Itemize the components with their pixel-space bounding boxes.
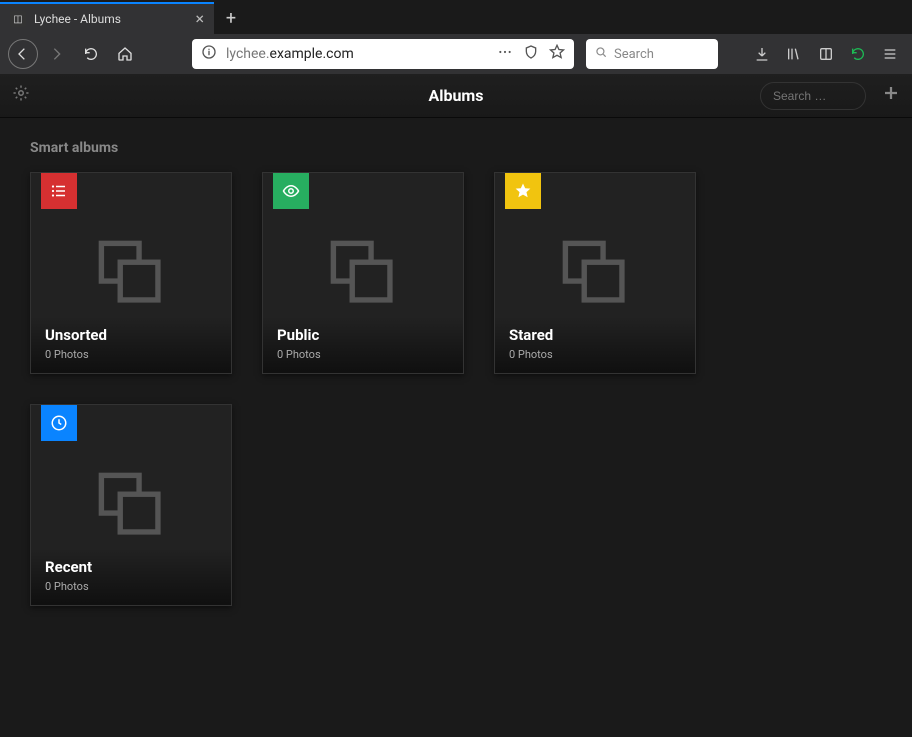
content-area: Smart albums Unsorted 0 Photos Public 0 … — [0, 118, 912, 737]
app-search-input[interactable] — [760, 82, 866, 110]
menu-icon[interactable] — [876, 46, 904, 62]
album-caption: Recent 0 Photos — [31, 548, 231, 605]
album-badge — [41, 405, 77, 441]
address-bar[interactable]: lychee.example.com — [192, 39, 574, 69]
star-icon — [514, 182, 532, 200]
album-badge — [273, 173, 309, 209]
url-text: lychee.example.com — [226, 46, 488, 62]
album-card[interactable]: Unsorted 0 Photos — [30, 172, 232, 374]
section-title: Smart albums — [30, 140, 882, 156]
album-card[interactable]: Recent 0 Photos — [30, 404, 232, 606]
search-icon — [594, 45, 608, 63]
reload-button[interactable] — [76, 39, 106, 69]
album-badge — [41, 173, 77, 209]
favicon-icon: ◫ — [10, 11, 26, 27]
album-badge — [505, 173, 541, 209]
add-album-button[interactable] — [882, 83, 900, 108]
shield-icon[interactable] — [522, 44, 540, 64]
library-icon[interactable] — [780, 46, 808, 62]
close-tab-button[interactable]: × — [195, 11, 204, 27]
browser-search-bar[interactable]: Search — [586, 39, 718, 69]
settings-button[interactable] — [12, 84, 36, 107]
list-icon — [50, 182, 68, 200]
album-card[interactable]: Stared 0 Photos — [494, 172, 696, 374]
album-grid: Unsorted 0 Photos Public 0 Photos Stared… — [30, 172, 882, 606]
album-caption: Unsorted 0 Photos — [31, 316, 231, 373]
tab-title: Lychee - Albums — [34, 12, 189, 26]
album-caption: Public 0 Photos — [263, 316, 463, 373]
search-placeholder: Search — [614, 47, 654, 62]
site-info-icon[interactable] — [200, 44, 218, 64]
album-meta: 0 Photos — [277, 348, 449, 361]
page-actions-icon[interactable] — [496, 44, 514, 64]
clock-icon — [50, 414, 68, 432]
browser-tab[interactable]: ◫ Lychee - Albums × — [0, 2, 214, 34]
extension-icon[interactable] — [844, 46, 872, 62]
forward-button[interactable] — [42, 39, 72, 69]
sidebar-icon[interactable] — [812, 46, 840, 62]
album-name: Public — [277, 326, 449, 344]
bookmark-icon[interactable] — [548, 44, 566, 64]
album-meta: 0 Photos — [45, 580, 217, 593]
app-header: Albums — [0, 74, 912, 118]
new-tab-button[interactable]: + — [214, 2, 248, 34]
album-name: Stared — [509, 326, 681, 344]
album-meta: 0 Photos — [509, 348, 681, 361]
album-name: Unsorted — [45, 326, 217, 344]
back-button[interactable] — [8, 39, 38, 69]
browser-toolbar: lychee.example.com Search — [0, 34, 912, 74]
browser-tabbar: ◫ Lychee - Albums × + — [0, 0, 912, 34]
album-card[interactable]: Public 0 Photos — [262, 172, 464, 374]
album-name: Recent — [45, 558, 217, 576]
album-meta: 0 Photos — [45, 348, 217, 361]
downloads-icon[interactable] — [748, 46, 776, 62]
album-caption: Stared 0 Photos — [495, 316, 695, 373]
eye-icon — [282, 182, 300, 200]
home-button[interactable] — [110, 39, 140, 69]
